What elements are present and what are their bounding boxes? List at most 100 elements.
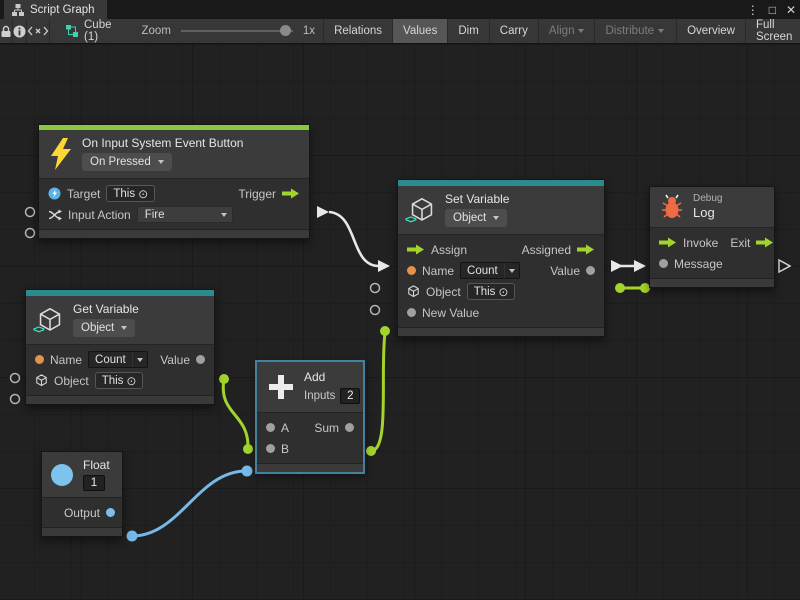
relations-button[interactable]: Relations xyxy=(323,19,392,43)
overview-button[interactable]: Overview xyxy=(676,19,745,43)
a-input-port[interactable] xyxy=(266,423,275,432)
node-footer xyxy=(257,463,363,472)
port-ring[interactable] xyxy=(11,395,20,404)
zoom-slider-handle[interactable] xyxy=(280,25,291,36)
port-ring[interactable] xyxy=(11,374,20,383)
target-picker-icon[interactable]: ⊙ xyxy=(498,285,508,299)
graph-canvas[interactable]: On Input System Event Button On Pressed … xyxy=(0,44,800,600)
exit-wire-arrow[interactable] xyxy=(779,260,790,272)
name-input-port[interactable] xyxy=(35,355,44,364)
port-label: Message xyxy=(674,257,723,271)
port-label: Sum xyxy=(314,421,339,435)
fullscreen-button[interactable]: Full Screen xyxy=(745,19,800,43)
distribute-button[interactable]: Distribute xyxy=(594,19,674,43)
wire-arrow[interactable] xyxy=(317,206,329,218)
port-label: Invoke xyxy=(683,236,718,250)
port-ring[interactable] xyxy=(26,229,35,238)
object-chip[interactable]: This⊙ xyxy=(467,283,516,300)
target-picker-icon[interactable]: ⊙ xyxy=(138,187,148,201)
node-title: Set Variable xyxy=(445,192,509,206)
node-category: Debug xyxy=(693,193,722,204)
node-title: Log xyxy=(693,205,715,220)
wire-end[interactable] xyxy=(615,283,625,293)
b-input-port[interactable] xyxy=(266,444,275,453)
name-input-port[interactable] xyxy=(407,266,416,275)
message-input-port[interactable] xyxy=(659,259,668,268)
node-add[interactable]: Add Inputs 2 A Sum B xyxy=(256,361,364,473)
node-footer xyxy=(42,527,122,536)
maximize-icon[interactable]: □ xyxy=(769,3,776,17)
new-value-input-port[interactable] xyxy=(407,308,416,317)
port-ring[interactable] xyxy=(371,284,380,293)
assigned-output-port[interactable] xyxy=(577,244,595,255)
tab-script-graph[interactable]: Script Graph xyxy=(4,0,107,19)
get-variable-icon: <> xyxy=(36,307,64,333)
wire-end[interactable] xyxy=(219,374,229,384)
target-object-chip[interactable]: This⊙ xyxy=(106,185,155,202)
wire-end[interactable] xyxy=(366,446,376,456)
node-footer xyxy=(398,327,604,336)
inputs-count-field[interactable]: 2 xyxy=(340,388,360,404)
values-button[interactable]: Values xyxy=(392,19,447,43)
menu-icon[interactable]: ⋮ xyxy=(747,3,759,17)
wire-output-b[interactable] xyxy=(132,471,246,536)
zoom-label: Zoom xyxy=(142,25,171,37)
value-output-port[interactable] xyxy=(196,355,205,364)
object-chip[interactable]: This⊙ xyxy=(95,372,144,389)
float-circle-icon xyxy=(50,463,74,487)
dropdown-arrow-icon xyxy=(493,216,499,220)
value-output-port[interactable] xyxy=(586,266,595,275)
graph-ref-label[interactable]: Cube (1) xyxy=(84,19,112,43)
wire-arrow[interactable] xyxy=(611,260,623,272)
dropdown-arrow-icon xyxy=(158,160,164,164)
variable-name-dropdown[interactable]: Count xyxy=(460,262,520,279)
wire-arrow[interactable] xyxy=(634,260,646,272)
node-float[interactable]: Float 1 Output xyxy=(41,451,123,537)
wire-end[interactable] xyxy=(127,531,138,542)
node-footer xyxy=(39,229,309,238)
wire-sum-newvalue[interactable] xyxy=(371,333,385,451)
input-action-dropdown[interactable]: Fire xyxy=(137,206,233,223)
port-label: Target xyxy=(67,187,100,201)
target-picker-icon[interactable]: ⊙ xyxy=(126,374,136,388)
wire-trigger-assign[interactable] xyxy=(329,212,378,266)
dropdown-arrow-icon xyxy=(221,213,227,217)
close-icon[interactable]: ✕ xyxy=(786,3,796,17)
align-button[interactable]: Align xyxy=(538,19,595,43)
event-mode-dropdown[interactable]: On Pressed xyxy=(82,153,172,171)
node-footer xyxy=(26,395,214,404)
port-ring[interactable] xyxy=(371,306,380,315)
node-set-variable[interactable]: <> Set Variable Object Assign Assigned xyxy=(397,179,605,337)
wire-arrow[interactable] xyxy=(378,260,390,272)
float-value-field[interactable]: 1 xyxy=(83,475,105,491)
lock-button[interactable] xyxy=(0,19,13,43)
output-port[interactable] xyxy=(106,508,115,517)
variable-angles-icon: <> xyxy=(405,214,416,226)
trigger-output-port[interactable] xyxy=(282,188,300,199)
carry-button[interactable]: Carry xyxy=(489,19,538,43)
invoke-input-port[interactable] xyxy=(659,237,677,248)
node-on-input-system-event[interactable]: On Input System Event Button On Pressed … xyxy=(38,124,310,239)
wire-value-a[interactable] xyxy=(223,379,248,448)
dim-button[interactable]: Dim xyxy=(447,19,488,43)
assign-input-port[interactable] xyxy=(407,244,425,255)
variable-kind-dropdown[interactable]: Object xyxy=(73,319,135,337)
sum-output-port[interactable] xyxy=(345,423,354,432)
port-label: Object xyxy=(426,285,461,299)
node-get-variable[interactable]: <> Get Variable Object Name Count xyxy=(25,289,215,405)
node-debug-log[interactable]: Debug Log Invoke Exit xyxy=(649,186,775,288)
inspect-button[interactable] xyxy=(13,19,27,43)
zoom-slider[interactable] xyxy=(181,30,293,32)
dropdown-arrow-icon xyxy=(137,358,143,362)
variable-name-dropdown[interactable]: Count xyxy=(88,351,148,368)
wire-end[interactable] xyxy=(380,326,390,336)
wire-end[interactable] xyxy=(243,444,253,454)
variable-kind-dropdown[interactable]: Object xyxy=(445,209,507,227)
code-preview-button[interactable] xyxy=(27,19,50,43)
wire-end[interactable] xyxy=(242,466,253,477)
code-icon xyxy=(27,25,49,37)
exit-output-port[interactable] xyxy=(756,237,774,248)
tab-bar: Script Graph ⋮ □ ✕ xyxy=(0,0,800,19)
port-ring[interactable] xyxy=(26,208,35,217)
zoom-level: 1x xyxy=(303,25,315,37)
